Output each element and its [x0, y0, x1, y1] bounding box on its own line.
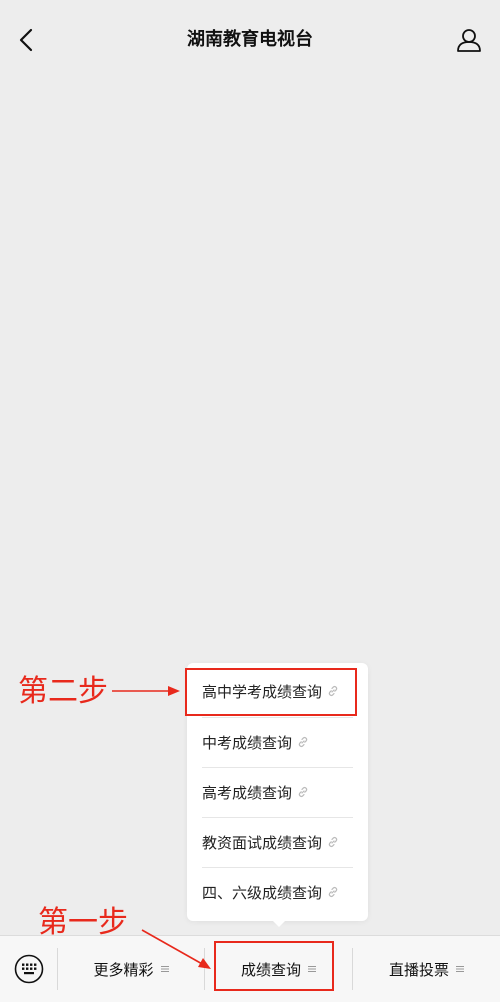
- user-icon: [457, 29, 481, 52]
- tab-label: 成绩查询: [240, 960, 301, 979]
- tab-score-query[interactable]: 成绩查询: [205, 936, 352, 1002]
- tab-label: 直播投票: [388, 960, 449, 979]
- menu-item-middle-school-exam[interactable]: 中考成绩查询: [187, 717, 368, 767]
- menu-item-label: 高中学考成绩查询: [202, 682, 323, 701]
- link-icon: [327, 836, 339, 848]
- menu-lines-icon: [308, 965, 316, 973]
- tab-more-exciting[interactable]: 更多精彩: [58, 936, 204, 1002]
- keyboard-toggle-button[interactable]: [13, 953, 45, 985]
- link-icon: [327, 685, 339, 697]
- menu-item-cet-4-6[interactable]: 四、六级成绩查询: [187, 867, 368, 917]
- annotation-step-two: 第二步: [18, 674, 108, 709]
- top-nav-bar: 湖南教育电视台: [0, 0, 500, 80]
- back-button[interactable]: [12, 26, 40, 54]
- popup-pointer: [272, 920, 286, 927]
- bottom-menu-bar: 更多精彩 成绩查询 直播投票: [0, 935, 500, 1002]
- profile-button[interactable]: [454, 26, 484, 54]
- annotation-step-one: 第一步: [38, 905, 128, 940]
- link-icon: [327, 886, 339, 898]
- menu-item-teacher-interview[interactable]: 教资面试成绩查询: [187, 817, 368, 867]
- menu-item-label: 教资面试成绩查询: [202, 833, 323, 852]
- link-icon: [297, 736, 309, 748]
- keyboard-icon: [14, 954, 44, 984]
- chevron-left-icon: [19, 28, 33, 52]
- tab-label: 更多精彩: [93, 960, 154, 979]
- menu-item-label: 高考成绩查询: [202, 783, 293, 802]
- menu-item-college-exam[interactable]: 高考成绩查询: [187, 767, 368, 817]
- menu-item-label: 四、六级成绩查询: [202, 883, 323, 902]
- menu-lines-icon: [456, 965, 464, 973]
- tab-live-vote[interactable]: 直播投票: [353, 936, 500, 1002]
- menu-item-label: 中考成绩查询: [202, 733, 293, 752]
- score-query-popup-menu: 高中学考成绩查询 中考成绩查询 高考成绩查询 教资面试成绩查询 四、六级成绩查询: [187, 663, 368, 921]
- link-icon: [297, 786, 309, 798]
- menu-lines-icon: [160, 965, 169, 973]
- page-title: 湖南教育电视台: [187, 29, 313, 50]
- menu-item-high-school-exam[interactable]: 高中学考成绩查询: [187, 666, 368, 716]
